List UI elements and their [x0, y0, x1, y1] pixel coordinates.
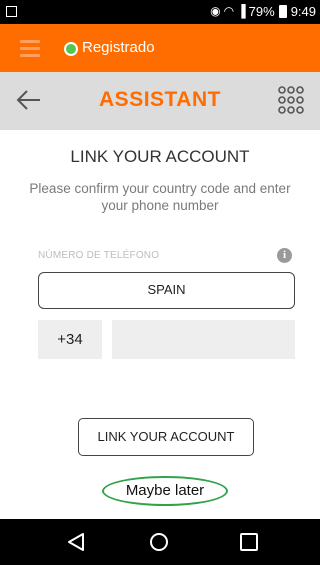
page-title: ASSISTANT [99, 88, 221, 111]
signal-icon: ▐ [237, 4, 246, 18]
arrow-left-icon[interactable] [14, 86, 42, 114]
section-heading: LINK YOUR ACCOUNT [70, 147, 250, 166]
phone-number-label: NÚMERO DE TELÉFONO [38, 250, 160, 261]
registration-status: Registrado [82, 39, 155, 56]
image-notification-icon [6, 6, 17, 17]
nav-back-icon[interactable] [66, 532, 86, 552]
nav-home-icon[interactable] [150, 533, 168, 551]
info-icon[interactable]: i [277, 248, 292, 263]
sync-icon: ◉ [210, 4, 221, 18]
instructions-text: Please confirm your country code and ent… [29, 181, 291, 213]
navigation-bar [0, 519, 320, 565]
hamburger-menu-icon[interactable] [20, 40, 40, 57]
phone-number-input[interactable] [112, 320, 295, 359]
status-bar: ◉ ◠ ▐ 79% 9:49 [0, 0, 320, 24]
battery-icon [278, 4, 287, 18]
status-indicators: ◉ ◠ ▐ 79% 9:49 [210, 3, 316, 19]
country-selector[interactable]: SPAIN [38, 272, 295, 309]
country-code-field[interactable]: +34 [38, 320, 102, 359]
grid-dots-icon[interactable] [278, 84, 304, 116]
clock: 9:49 [290, 3, 316, 19]
top-bar: Registrado [0, 24, 320, 72]
wifi-icon: ◠ [223, 4, 235, 18]
link-account-button[interactable]: LINK YOUR ACCOUNT [78, 418, 254, 456]
battery-percent: 79% [248, 3, 275, 19]
nav-recent-apps-icon[interactable] [240, 533, 258, 551]
status-dot-icon [64, 42, 78, 56]
header-bar: ASSISTANT [0, 72, 320, 130]
maybe-later-button[interactable]: Maybe later [102, 476, 228, 506]
